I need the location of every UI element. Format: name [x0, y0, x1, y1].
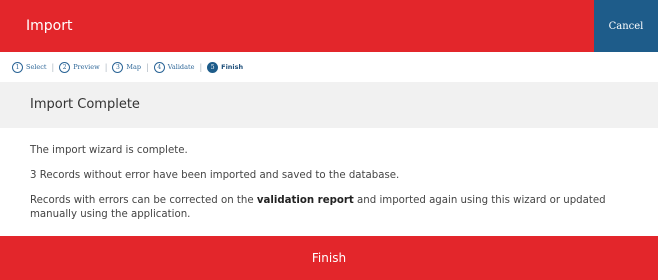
step-label: Select — [26, 63, 47, 71]
step-map[interactable]: 3 Map — [112, 61, 142, 73]
step-finish[interactable]: 5 Finish — [207, 61, 244, 73]
validation-report-link[interactable]: validation report — [257, 195, 354, 206]
step-separator: | — [51, 62, 55, 72]
import-dialog: Import Cancel 1 Select | 2 Preview | 3 M… — [0, 0, 658, 280]
step-select[interactable]: 1 Select — [12, 61, 47, 73]
section-title: Import Complete — [30, 97, 140, 112]
completion-message: The import wizard is complete. — [30, 145, 188, 156]
step-number: 3 — [112, 61, 124, 73]
wizard-steps: 1 Select | 2 Preview | 3 Map | 4 Validat… — [0, 52, 658, 82]
step-number-active: 5 — [207, 61, 219, 73]
dialog-header: Import Cancel — [0, 0, 658, 52]
dialog-title: Import — [26, 18, 73, 34]
errors-note-text: Records with errors can be corrected on … — [30, 195, 257, 206]
section-header: Import Complete — [0, 82, 658, 128]
step-label: Preview — [73, 63, 100, 71]
step-validate[interactable]: 4 Validate — [153, 61, 195, 73]
errors-note: Records with errors can be corrected on … — [30, 194, 645, 222]
records-summary: 3 Records without error have been import… — [30, 170, 400, 181]
step-separator: | — [104, 62, 108, 72]
step-label: Map — [126, 63, 142, 71]
step-number: 4 — [153, 61, 165, 73]
step-label-active: Finish — [221, 63, 244, 71]
cancel-button[interactable]: Cancel — [594, 0, 658, 52]
step-number: 2 — [59, 61, 71, 73]
step-preview[interactable]: 2 Preview — [59, 61, 100, 73]
step-label: Validate — [167, 63, 195, 71]
step-separator: | — [146, 62, 149, 72]
finish-button[interactable]: Finish — [0, 236, 658, 280]
step-number: 1 — [12, 61, 23, 73]
step-separator: | — [199, 62, 203, 72]
